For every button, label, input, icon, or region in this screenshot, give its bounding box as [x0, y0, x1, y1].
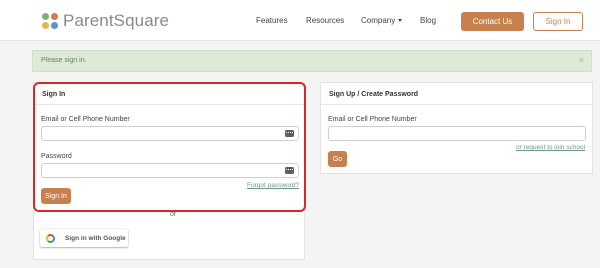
logo-dot [51, 22, 58, 29]
contact-us-button[interactable]: Contact Us [461, 12, 524, 31]
close-icon[interactable]: × [579, 55, 584, 65]
google-sign-in-label: Sign in with Google [65, 234, 126, 242]
go-button[interactable]: Go [328, 151, 347, 167]
forgot-password-link[interactable]: Forgot password? [247, 182, 299, 189]
identifier-label: Email or Cell Phone Number [41, 116, 130, 123]
alert-message: Please sign in. [41, 57, 87, 64]
sign-up-panel: Sign Up / Create Password Email or Cell … [320, 82, 593, 174]
nav-company-label: Company [361, 16, 396, 25]
nav-resources-link[interactable]: Resources [306, 16, 344, 25]
logo-dot [42, 13, 49, 20]
logo-dot [51, 13, 58, 20]
request-to-join-link[interactable]: or request to join school [516, 144, 585, 151]
nav-blog-link[interactable]: Blog [420, 16, 436, 25]
logo-dot [42, 22, 49, 29]
signup-identifier-label: Email or Cell Phone Number [328, 116, 417, 123]
sign-up-heading: Sign Up / Create Password [321, 83, 592, 105]
chevron-down-icon [398, 19, 403, 22]
password-manager-icon[interactable] [285, 167, 294, 174]
logo-dots-icon [42, 13, 58, 29]
or-divider-text: or [170, 211, 177, 218]
sign-in-alert: Please sign in. × [32, 50, 592, 72]
google-sign-in-button[interactable]: Sign in with Google [40, 229, 128, 247]
header-sign-in-button[interactable]: Sign In [533, 12, 583, 31]
password-input[interactable] [41, 163, 299, 178]
brand-name: ParentSquare [63, 11, 170, 30]
email-or-phone-input[interactable] [41, 126, 299, 141]
signup-email-or-phone-input[interactable] [328, 126, 586, 141]
top-navbar: ParentSquare Features Resources Company … [0, 0, 600, 41]
password-label: Password [41, 153, 72, 160]
google-icon [46, 233, 55, 243]
password-manager-icon[interactable] [285, 130, 294, 137]
nav-company-menu[interactable]: Company [361, 16, 403, 25]
sign-in-heading: Sign In [34, 83, 304, 105]
nav-features-link[interactable]: Features [256, 16, 288, 25]
parentsquare-logo[interactable]: ParentSquare [42, 11, 169, 31]
sign-in-submit-button[interactable]: Sign In [41, 188, 71, 204]
